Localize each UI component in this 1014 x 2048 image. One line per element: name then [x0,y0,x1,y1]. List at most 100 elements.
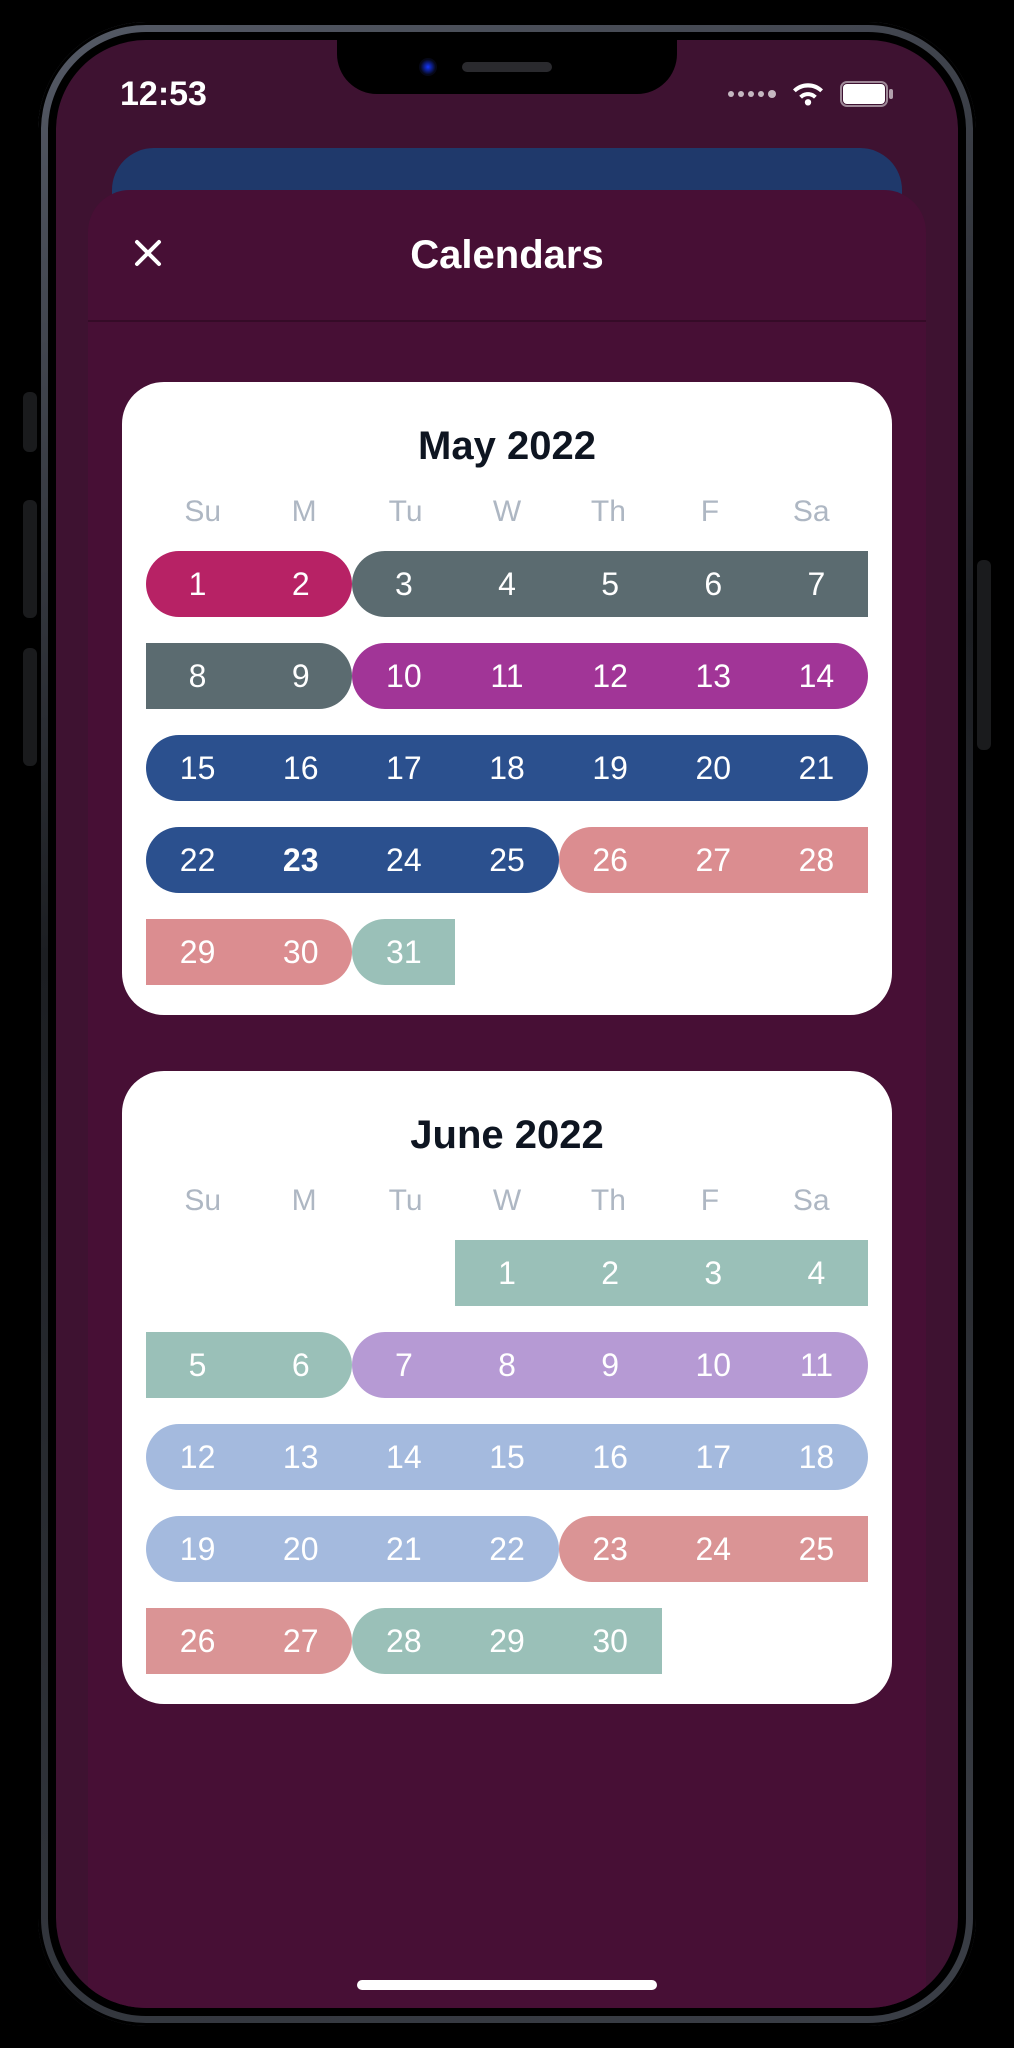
day-cell[interactable]: 7 [352,1332,455,1398]
day-cell [352,1240,455,1306]
week-row: 19202122232425 [146,1516,868,1582]
day-cell[interactable]: 7 [765,551,868,617]
week-row: 22232425262728 [146,827,868,893]
day-cell [765,919,868,985]
notch [337,40,677,94]
day-cell[interactable]: 28 [352,1608,455,1674]
month-title: June 2022 [146,1113,868,1158]
day-cell[interactable]: 1 [455,1240,558,1306]
day-cell[interactable]: 11 [765,1332,868,1398]
day-cell[interactable]: 24 [352,827,455,893]
week-row: 1234 [146,1240,868,1306]
day-cell[interactable]: 26 [559,827,662,893]
day-cell[interactable]: 9 [249,643,352,709]
modal-header: Calendars [88,190,926,322]
day-cell[interactable]: 17 [662,1424,765,1490]
day-cell[interactable]: 10 [352,643,455,709]
day-cell[interactable]: 18 [455,735,558,801]
day-cell[interactable]: 29 [455,1608,558,1674]
day-cell[interactable]: 25 [455,827,558,893]
day-cell[interactable]: 20 [662,735,765,801]
day-cell[interactable]: 8 [455,1332,558,1398]
day-cell[interactable]: 6 [249,1332,352,1398]
power-button [977,560,991,750]
day-cell[interactable]: 24 [662,1516,765,1582]
day-cell[interactable]: 15 [455,1424,558,1490]
day-cell[interactable]: 17 [352,735,455,801]
day-cell[interactable]: 11 [455,643,558,709]
battery-icon [840,81,894,107]
day-cell[interactable]: 30 [249,919,352,985]
day-cell[interactable]: 10 [662,1332,765,1398]
weekday-label: F [659,1184,760,1218]
day-cell[interactable]: 21 [765,735,868,801]
front-camera [419,58,437,76]
day-cell[interactable]: 15 [146,735,249,801]
volume-up-button [23,500,37,618]
day-cell[interactable]: 20 [249,1516,352,1582]
screen: 12:53 [56,40,958,2008]
day-cell[interactable]: 16 [559,1424,662,1490]
day-cell[interactable]: 13 [662,643,765,709]
day-cell[interactable]: 19 [146,1516,249,1582]
day-cell[interactable]: 1 [146,551,249,617]
day-cell[interactable]: 14 [765,643,868,709]
week-row: 2627282930 [146,1608,868,1674]
day-cell[interactable]: 12 [559,643,662,709]
day-cell[interactable]: 29 [146,919,249,985]
close-button[interactable] [124,231,172,279]
day-cell[interactable]: 12 [146,1424,249,1490]
day-cell[interactable]: 31 [352,919,455,985]
day-cell[interactable]: 4 [455,551,558,617]
day-cell[interactable]: 19 [559,735,662,801]
day-cell[interactable]: 18 [765,1424,868,1490]
day-cell [662,919,765,985]
weekday-label: F [659,495,760,529]
day-cell[interactable]: 3 [662,1240,765,1306]
speaker-grille [462,62,552,72]
weekday-label: W [456,495,557,529]
day-cell[interactable]: 14 [352,1424,455,1490]
weekday-label: Th [558,1184,659,1218]
status-time: 12:53 [120,75,207,114]
day-cell[interactable]: 23 [559,1516,662,1582]
home-indicator[interactable] [357,1980,657,1990]
weekday-label: M [253,495,354,529]
day-cell [765,1608,868,1674]
day-cell[interactable]: 21 [352,1516,455,1582]
day-cell[interactable]: 23 [249,827,352,893]
day-cell[interactable]: 22 [455,1516,558,1582]
week-row: 1234567 [146,551,868,617]
weeks-container: 1234567891011121314151617181920212223242… [146,551,868,985]
weekday-row: SuMTuWThFSa [146,1184,868,1218]
day-cell[interactable]: 28 [765,827,868,893]
day-cell[interactable]: 27 [249,1608,352,1674]
week-row: 15161718192021 [146,735,868,801]
day-cell[interactable]: 3 [352,551,455,617]
day-cell[interactable]: 30 [559,1608,662,1674]
modal-body[interactable]: May 2022SuMTuWThFSa123456789101112131415… [88,322,926,2008]
day-cell[interactable]: 4 [765,1240,868,1306]
day-cell[interactable]: 5 [559,551,662,617]
day-cell[interactable]: 2 [249,551,352,617]
week-row: 891011121314 [146,643,868,709]
day-cell[interactable]: 22 [146,827,249,893]
day-cell[interactable]: 8 [146,643,249,709]
day-cell[interactable]: 2 [559,1240,662,1306]
day-cell[interactable]: 6 [662,551,765,617]
day-cell[interactable]: 26 [146,1608,249,1674]
day-cell[interactable]: 13 [249,1424,352,1490]
week-row: 567891011 [146,1332,868,1398]
day-cell[interactable]: 5 [146,1332,249,1398]
day-cell [146,1240,249,1306]
day-cell [249,1240,352,1306]
weekday-label: Sa [761,495,862,529]
weekday-label: Su [152,495,253,529]
day-cell[interactable]: 9 [559,1332,662,1398]
day-cell[interactable]: 16 [249,735,352,801]
weeks-container: 1234567891011121314151617181920212223242… [146,1240,868,1674]
day-cell[interactable]: 25 [765,1516,868,1582]
modal-sheet: Calendars May 2022SuMTuWThFSa12345678910… [88,190,926,2008]
weekday-label: M [253,1184,354,1218]
day-cell[interactable]: 27 [662,827,765,893]
